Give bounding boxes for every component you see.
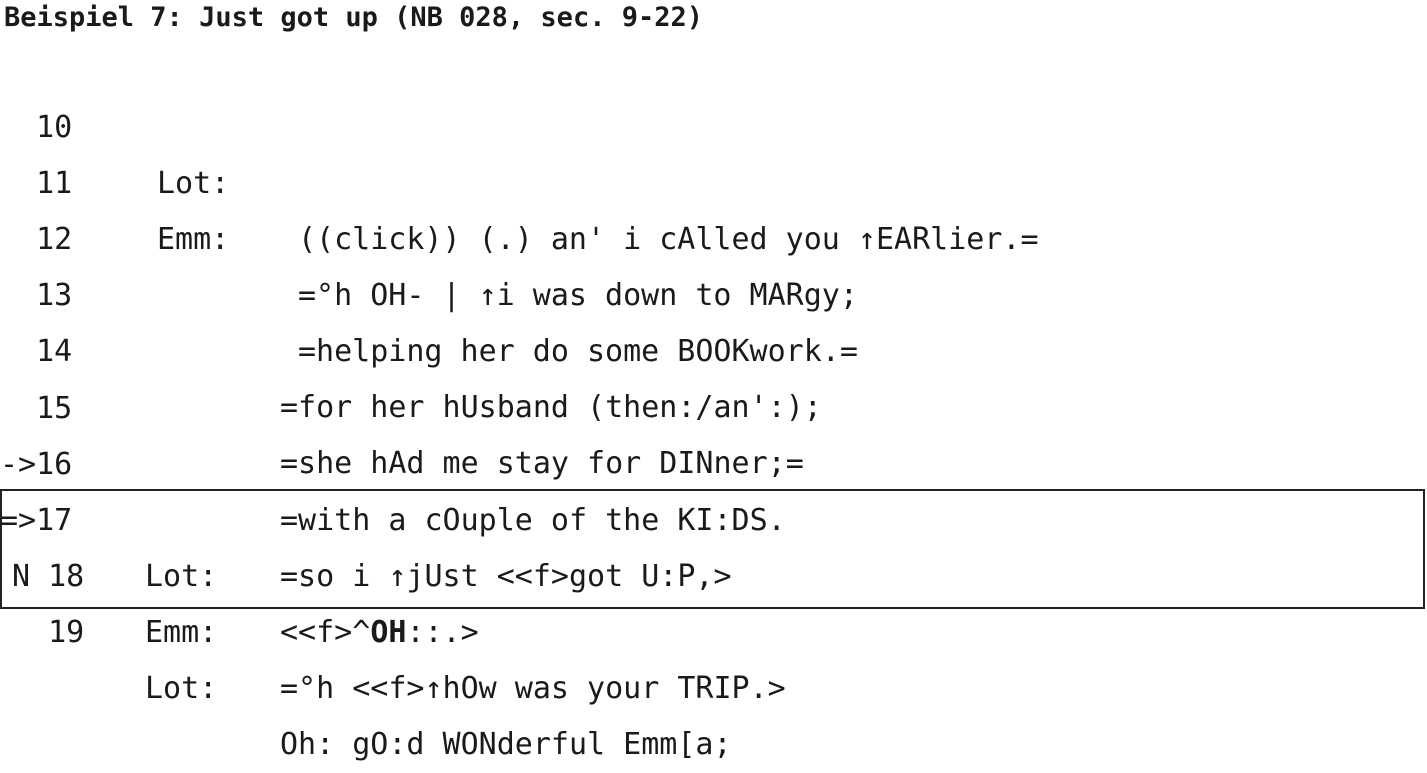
utterance-text-pre: <<f>^ xyxy=(280,615,371,650)
utterance-text-post: ::.> xyxy=(406,615,479,650)
transcript-line: 14 =she hAd me stay for DINner;= xyxy=(0,268,804,481)
utterance-text: =she hAd me stay for DINner;= xyxy=(280,446,804,481)
transcript-line: ->16 =so i ↑jUst <<f>got U:P,> xyxy=(0,381,732,594)
utterance-text: =so i ↑jUst <<f>got U:P,> xyxy=(280,559,732,594)
utterance-text: =helping her do some BOOKwork.= xyxy=(298,334,858,369)
transcript-line: N 18 Emm: =°h <<f>↑hOw was your TRIP.> xyxy=(0,493,786,706)
utterance-text: =°h OH- | ↑i was down to MARgy; xyxy=(298,278,858,313)
utterance-text: =for her hUsband (then:/an':); xyxy=(280,390,822,425)
utterance-text: ((click)) (.) an' i cAlled you ↑EARlier.… xyxy=(298,222,1039,257)
speaker-label: Emm: xyxy=(145,615,218,650)
speaker-label: Lot: xyxy=(157,166,230,201)
example-title: Beispiel 7: Just got up (NB 028, sec. 9-… xyxy=(4,2,703,33)
utterance-text-emphasis: OH xyxy=(370,615,407,650)
utterance-text: Oh: gO:d WONderful Emm[a; xyxy=(280,727,732,762)
transcript-line: 11 Emm: =°h OH- | ↑i was down to MARgy; xyxy=(0,100,858,313)
utterance-text: =°h <<f>↑hOw was your TRIP.> xyxy=(280,671,786,706)
utterance-text: <<f>^OH::.> xyxy=(280,605,479,661)
transcript-line: 12 =helping her do some BOOKwork.= xyxy=(0,156,858,369)
transcript-line: 15 =with a cOuple of the KI:DS. xyxy=(0,325,786,538)
transcript-line: =>17 Lot: <<f>^OH::.> xyxy=(0,437,479,650)
transcript-line: 10 Lot: ((click)) (.) an' i cAlled you ↑… xyxy=(0,44,1038,257)
transcript-line: 19 Lot: Oh: gO:d WONderful Emm[a; xyxy=(0,549,731,762)
line-number: 19 xyxy=(12,615,85,650)
utterance-text: =with a cOuple of the KI:DS. xyxy=(280,503,786,538)
speaker-label: Lot: xyxy=(145,671,218,706)
speaker-label: Lot: xyxy=(145,559,218,594)
transcript-line: 13 =for her hUsband (then:/an':); xyxy=(0,212,822,425)
speaker-label: Emm: xyxy=(157,222,230,257)
